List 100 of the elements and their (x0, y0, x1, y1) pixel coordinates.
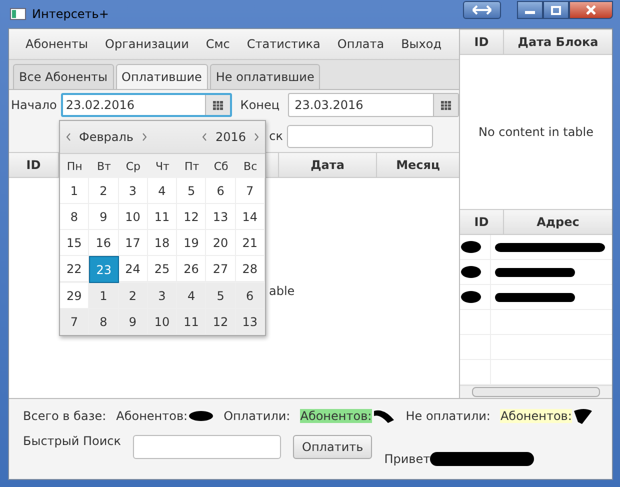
day-cell[interactable]: 12 (177, 204, 206, 230)
day-cell[interactable]: 7 (60, 309, 90, 335)
day-cell[interactable]: 25 (148, 256, 178, 282)
start-label: Начало (11, 98, 57, 112)
menu-item[interactable]: Оплата (328, 37, 393, 51)
window-title: Интерсеть+ (32, 7, 110, 21)
weekday-label: Сб (212, 158, 230, 174)
day-cell[interactable]: 5 (206, 283, 236, 309)
search-label: ск (269, 129, 283, 143)
day-cell[interactable]: 22 (60, 256, 90, 282)
day-cell[interactable]: 4 (148, 178, 178, 204)
weekday-label: Вт (96, 158, 112, 174)
redaction-mark (460, 240, 482, 254)
day-cell[interactable]: 10 (148, 309, 178, 335)
day-cell[interactable]: 13 (236, 309, 265, 335)
minimize-button[interactable] (517, 1, 543, 19)
greeting-label: Привет (384, 452, 430, 466)
redaction-mark (188, 410, 214, 422)
day-cell[interactable]: 14 (236, 204, 265, 230)
tab[interactable]: Оплатившие (116, 64, 208, 89)
paid-count: Абонентов: (300, 409, 372, 423)
column-header[interactable]: Дата (279, 153, 377, 177)
day-cell[interactable]: 18 (148, 230, 178, 256)
weekday-label: Пн (66, 158, 84, 174)
redaction-mark (372, 408, 396, 424)
calendar-icon[interactable] (213, 100, 224, 110)
day-cell[interactable]: 19 (177, 230, 206, 256)
day-cell[interactable]: 9 (118, 309, 148, 335)
previous-year-icon[interactable] (202, 133, 208, 141)
day-cell[interactable]: 13 (206, 204, 236, 230)
month-label: Февраль (79, 130, 134, 144)
day-cell[interactable]: 6 (206, 178, 236, 204)
day-cell[interactable]: 4 (177, 283, 206, 309)
day-cell[interactable]: 16 (89, 230, 119, 256)
day-cell[interactable]: 9 (89, 204, 119, 230)
day-cell[interactable]: 26 (177, 256, 206, 282)
day-cell[interactable]: 8 (60, 204, 90, 230)
day-cell[interactable]: 2 (89, 178, 119, 204)
column-header[interactable]: ID (460, 30, 504, 54)
day-cell[interactable]: 6 (236, 283, 265, 309)
total-count: Абонентов: (116, 409, 188, 423)
pay-button[interactable]: Оплатить (293, 435, 372, 459)
menu-item[interactable]: Абоненты (17, 37, 96, 51)
menu-item[interactable]: Выход (392, 37, 450, 51)
column-header[interactable]: Месяц (377, 153, 459, 177)
day-cell[interactable]: 17 (118, 230, 148, 256)
day-cell[interactable]: 1 (60, 178, 90, 204)
next-year-icon[interactable] (254, 133, 259, 141)
day-cell[interactable]: 28 (236, 256, 265, 282)
tab[interactable]: Все Абоненты (13, 64, 114, 89)
column-header[interactable]: Адрес (504, 210, 612, 234)
paid-label: Оплатили: (224, 409, 290, 423)
day-cell[interactable]: 21 (236, 230, 265, 256)
calendar-icon[interactable] (441, 100, 451, 110)
maximize-icon (551, 6, 561, 14)
unpaid-count: Абонентов: (500, 409, 572, 423)
day-cell[interactable]: 2 (118, 283, 148, 309)
double-arrow-icon (472, 5, 492, 15)
day-cell[interactable]: 11 (177, 309, 206, 335)
column-header[interactable]: Дата Блока (504, 30, 612, 54)
day-cell[interactable]: 10 (118, 204, 148, 230)
day-cell[interactable]: 20 (206, 230, 236, 256)
quick-search-field[interactable] (133, 435, 282, 459)
scroll-bar[interactable] (460, 385, 612, 398)
tab[interactable]: Не оплатившие (210, 64, 320, 89)
menu-item[interactable]: Организации (96, 37, 198, 51)
weekday-label: Ср (124, 158, 142, 174)
weekday-label: Вс (242, 158, 258, 174)
weekday-label: Пт (183, 158, 200, 174)
day-cell[interactable]: 27 (206, 256, 236, 282)
empty-table-message: No content in table (460, 55, 612, 209)
day-cell[interactable]: 12 (206, 309, 236, 335)
redaction-mark (572, 407, 594, 425)
start-date-field[interactable]: 23.02.2016 (60, 93, 232, 117)
day-cell[interactable]: 3 (148, 283, 178, 309)
redaction-mark (460, 265, 482, 279)
next-month-icon[interactable] (142, 133, 146, 141)
end-date-field[interactable]: 23.03.2016 (288, 93, 459, 117)
maximize-button[interactable] (543, 1, 569, 19)
day-cell[interactable]: 24 (118, 256, 148, 282)
column-header[interactable]: ID (460, 210, 504, 234)
day-cell[interactable]: 29 (60, 283, 90, 309)
menu-item[interactable]: Статистика (238, 37, 329, 51)
day-cell[interactable]: 15 (60, 230, 90, 256)
day-cell[interactable]: 11 (148, 204, 178, 230)
weekday-label: Чт (154, 158, 170, 174)
redaction-mark (460, 290, 482, 304)
menu-item[interactable]: Смс (197, 37, 238, 51)
end-label: Конец (240, 98, 280, 112)
search-field[interactable] (287, 124, 433, 148)
day-cell[interactable]: 8 (89, 309, 119, 335)
app-icon (10, 8, 26, 20)
previous-month-icon[interactable] (66, 133, 71, 141)
day-cell[interactable]: 7 (236, 178, 265, 204)
day-cell[interactable]: 5 (177, 178, 206, 204)
close-button[interactable] (569, 1, 613, 19)
unpaid-label: Не оплатили: (406, 409, 490, 423)
day-cell[interactable]: 1 (89, 283, 119, 309)
resize-button[interactable] (463, 1, 501, 19)
day-cell[interactable]: 3 (118, 178, 148, 204)
